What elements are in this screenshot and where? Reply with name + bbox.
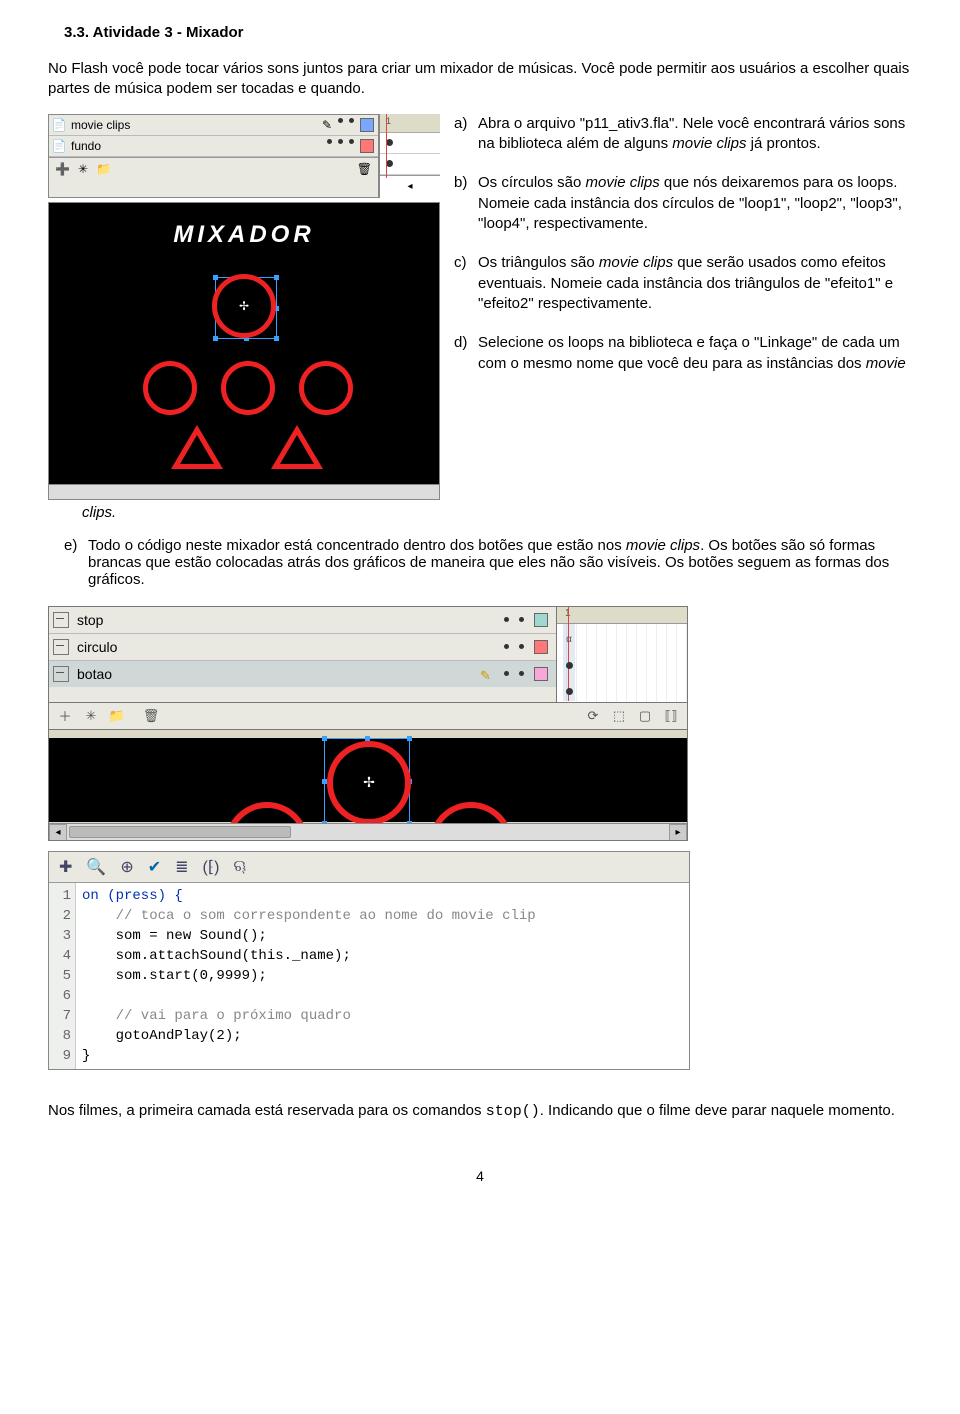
layer-name: fundo — [69, 139, 327, 153]
layer-fold-icon[interactable] — [53, 666, 69, 682]
auto-format-icon[interactable]: ≣ — [175, 857, 188, 877]
list-label: a) — [454, 114, 478, 155]
keyframe-icon — [386, 139, 393, 146]
list-label: b) — [454, 173, 478, 235]
registration-icon: ✢ — [363, 774, 375, 791]
stage-preview: MIXADOR ✢ — [48, 202, 440, 500]
onion-skin-icon[interactable]: ⬚ — [611, 708, 627, 724]
mixador-loop-circle — [299, 361, 353, 415]
frame-nav-icon[interactable]: ◂ — [407, 181, 412, 192]
target-icon[interactable]: ⊕ — [120, 857, 133, 877]
figure-timeline-2: stop circulo — [48, 606, 688, 841]
onion-outline-icon[interactable]: ▢ — [637, 708, 653, 724]
add-script-icon[interactable]: ✚ — [59, 857, 72, 877]
dot-icon — [504, 617, 509, 622]
layer-name: circulo — [73, 639, 504, 655]
keyframe-icon — [566, 688, 573, 695]
check-syntax-icon[interactable]: ✔ — [148, 857, 161, 877]
mixador-main-circle: ✢ — [327, 741, 411, 825]
list-label: e) — [48, 537, 88, 588]
list-label: d) — [454, 333, 478, 374]
add-folder-icon[interactable]: 📁 — [109, 708, 125, 724]
layer-name: movie clips — [69, 118, 322, 132]
page-number: 4 — [48, 1168, 912, 1184]
list-item-c: Os triângulos são movie clips que serão … — [478, 253, 912, 315]
dot-icon — [519, 644, 524, 649]
scroll-thumb[interactable] — [69, 826, 291, 838]
dot-icon — [349, 118, 354, 123]
layer-color-swatch — [534, 667, 548, 681]
layer-color-swatch — [534, 640, 548, 654]
list-item-e: Todo o código neste mixador está concent… — [88, 537, 912, 588]
layer-color-swatch — [360, 139, 374, 153]
center-frame-icon[interactable]: ⟳ — [585, 708, 601, 724]
scrollbar[interactable]: ◂ ▸ — [49, 823, 687, 840]
layer-color-swatch — [360, 118, 374, 132]
add-motion-guide-icon[interactable]: ✳ — [83, 708, 99, 724]
list-item-a: Abra o arquivo "p11_ativ3.fla". Nele voc… — [478, 114, 912, 155]
scrollbar[interactable] — [49, 484, 439, 499]
layer-fold-icon[interactable] — [53, 612, 69, 628]
dot-icon — [338, 139, 343, 144]
figure-timeline-stage: 📄 movie clips ✎ 📄 fundo — [48, 114, 440, 500]
add-folder-icon[interactable]: 📁 — [96, 162, 111, 176]
line-gutter: 1 2 3 4 5 6 7 8 9 — [49, 883, 76, 1069]
pencil-icon — [480, 667, 494, 681]
edit-multiple-icon[interactable]: ⟦⟧ — [663, 708, 679, 724]
layer-name: botao — [73, 666, 480, 682]
actions-toolbar: ✚ 🔍 ⊕ ✔ ≣ (⁅) ୠ — [49, 852, 689, 883]
add-layer-icon[interactable]: ＋ — [57, 708, 73, 724]
playhead-icon — [386, 114, 387, 178]
dot-icon — [327, 139, 332, 144]
dot-icon — [504, 644, 509, 649]
add-layer-icon[interactable]: ➕ — [55, 162, 70, 176]
actions-panel: ✚ 🔍 ⊕ ✔ ≣ (⁅) ୠ 1 2 3 4 5 6 7 8 9 on (pr… — [48, 851, 690, 1070]
trash-icon[interactable]: 🗑 — [143, 708, 159, 724]
layer-color-swatch — [534, 613, 548, 627]
dot-icon — [519, 671, 524, 676]
list-item-d: Selecione os loops na biblioteca e faça … — [478, 333, 912, 374]
scroll-right-icon[interactable]: ▸ — [669, 824, 687, 841]
mixador-effect-triangle — [171, 425, 223, 469]
layer-fold-icon[interactable] — [53, 639, 69, 655]
keyframe-icon — [386, 160, 393, 167]
list-label: c) — [454, 253, 478, 315]
debug-icon[interactable]: ୠ — [233, 858, 246, 876]
final-paragraph: Nos filmes, a primeira camada está reser… — [48, 1100, 912, 1122]
pencil-icon: ✎ — [322, 118, 332, 132]
code-editor[interactable]: on (press) { // toca o som correspondent… — [76, 883, 689, 1069]
intro-paragraph: No Flash você pode tocar vários sons jun… — [48, 59, 912, 100]
stage-title: MIXADOR — [49, 203, 439, 249]
mixador-loop-circle — [221, 361, 275, 415]
clips-continuation: clips. — [82, 504, 912, 521]
dot-icon — [519, 617, 524, 622]
keyframe-icon — [566, 662, 573, 669]
list-item-b: Os círculos são movie clips que nós deix… — [478, 173, 912, 235]
registration-icon: ✢ — [239, 299, 249, 313]
section-heading: 3.3. Atividade 3 - Mixador — [64, 24, 912, 41]
layer-name: stop — [73, 612, 504, 628]
layer-icon: 📄 — [51, 117, 67, 133]
dot-icon — [338, 118, 343, 123]
code-hint-icon[interactable]: (⁅) — [203, 857, 220, 877]
find-icon[interactable]: 🔍 — [86, 857, 106, 877]
stage-preview-2: ✢ ◂ ▸ — [48, 730, 688, 841]
mixador-effect-triangle — [271, 425, 323, 469]
dot-icon — [504, 671, 509, 676]
trash-icon[interactable]: 🗑 — [357, 162, 372, 176]
mixador-loop-circle — [143, 361, 197, 415]
dot-icon — [349, 139, 354, 144]
add-guide-icon[interactable]: ✳ — [78, 162, 88, 176]
action-frame-icon: α — [566, 634, 572, 645]
layer-icon: 📄 — [51, 138, 67, 154]
scroll-left-icon[interactable]: ◂ — [49, 824, 67, 841]
mixador-main-circle: ✢ — [212, 274, 276, 338]
